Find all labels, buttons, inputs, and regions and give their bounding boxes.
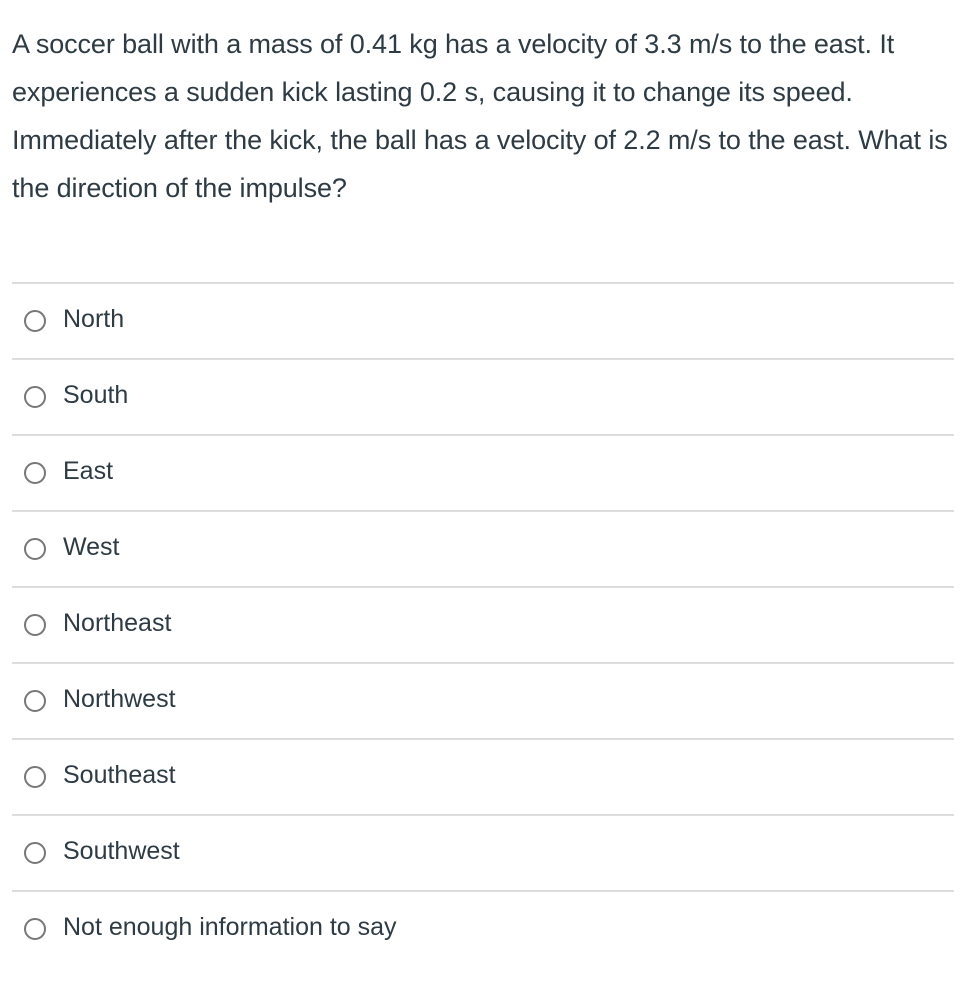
answer-option-northeast[interactable]: Northeast (12, 586, 954, 662)
radio-button-icon[interactable] (24, 310, 46, 332)
radio-button-icon[interactable] (24, 462, 46, 484)
answer-option-east[interactable]: East (12, 434, 954, 510)
answer-option-southwest[interactable]: Southwest (12, 814, 954, 890)
answer-label: Southeast (63, 760, 176, 789)
radio-button-icon[interactable] (24, 842, 46, 864)
answer-list: North South East West Northeast Northwes… (12, 282, 954, 966)
answer-option-north[interactable]: North (12, 282, 954, 358)
question-text: A soccer ball with a mass of 0.41 kg has… (12, 29, 948, 203)
radio-button-icon[interactable] (24, 614, 46, 636)
answer-label: North (63, 304, 125, 333)
answer-label: Northeast (63, 608, 172, 637)
answer-option-northwest[interactable]: Northwest (12, 662, 954, 738)
answer-option-southeast[interactable]: Southeast (12, 738, 954, 814)
answer-label: West (63, 532, 120, 561)
answer-option-not-enough-information[interactable]: Not enough information to say (12, 890, 954, 966)
radio-button-icon[interactable] (24, 386, 46, 408)
answer-label: Not enough information to say (63, 912, 397, 941)
answer-label: Southwest (63, 836, 180, 865)
radio-button-icon[interactable] (24, 538, 46, 560)
answer-label: East (63, 456, 114, 485)
answer-label: Northwest (63, 684, 176, 713)
radio-button-icon[interactable] (24, 918, 46, 940)
answer-label: South (63, 380, 129, 409)
radio-button-icon[interactable] (24, 690, 46, 712)
answer-option-west[interactable]: West (12, 510, 954, 586)
radio-button-icon[interactable] (24, 766, 46, 788)
answer-option-south[interactable]: South (12, 358, 954, 434)
